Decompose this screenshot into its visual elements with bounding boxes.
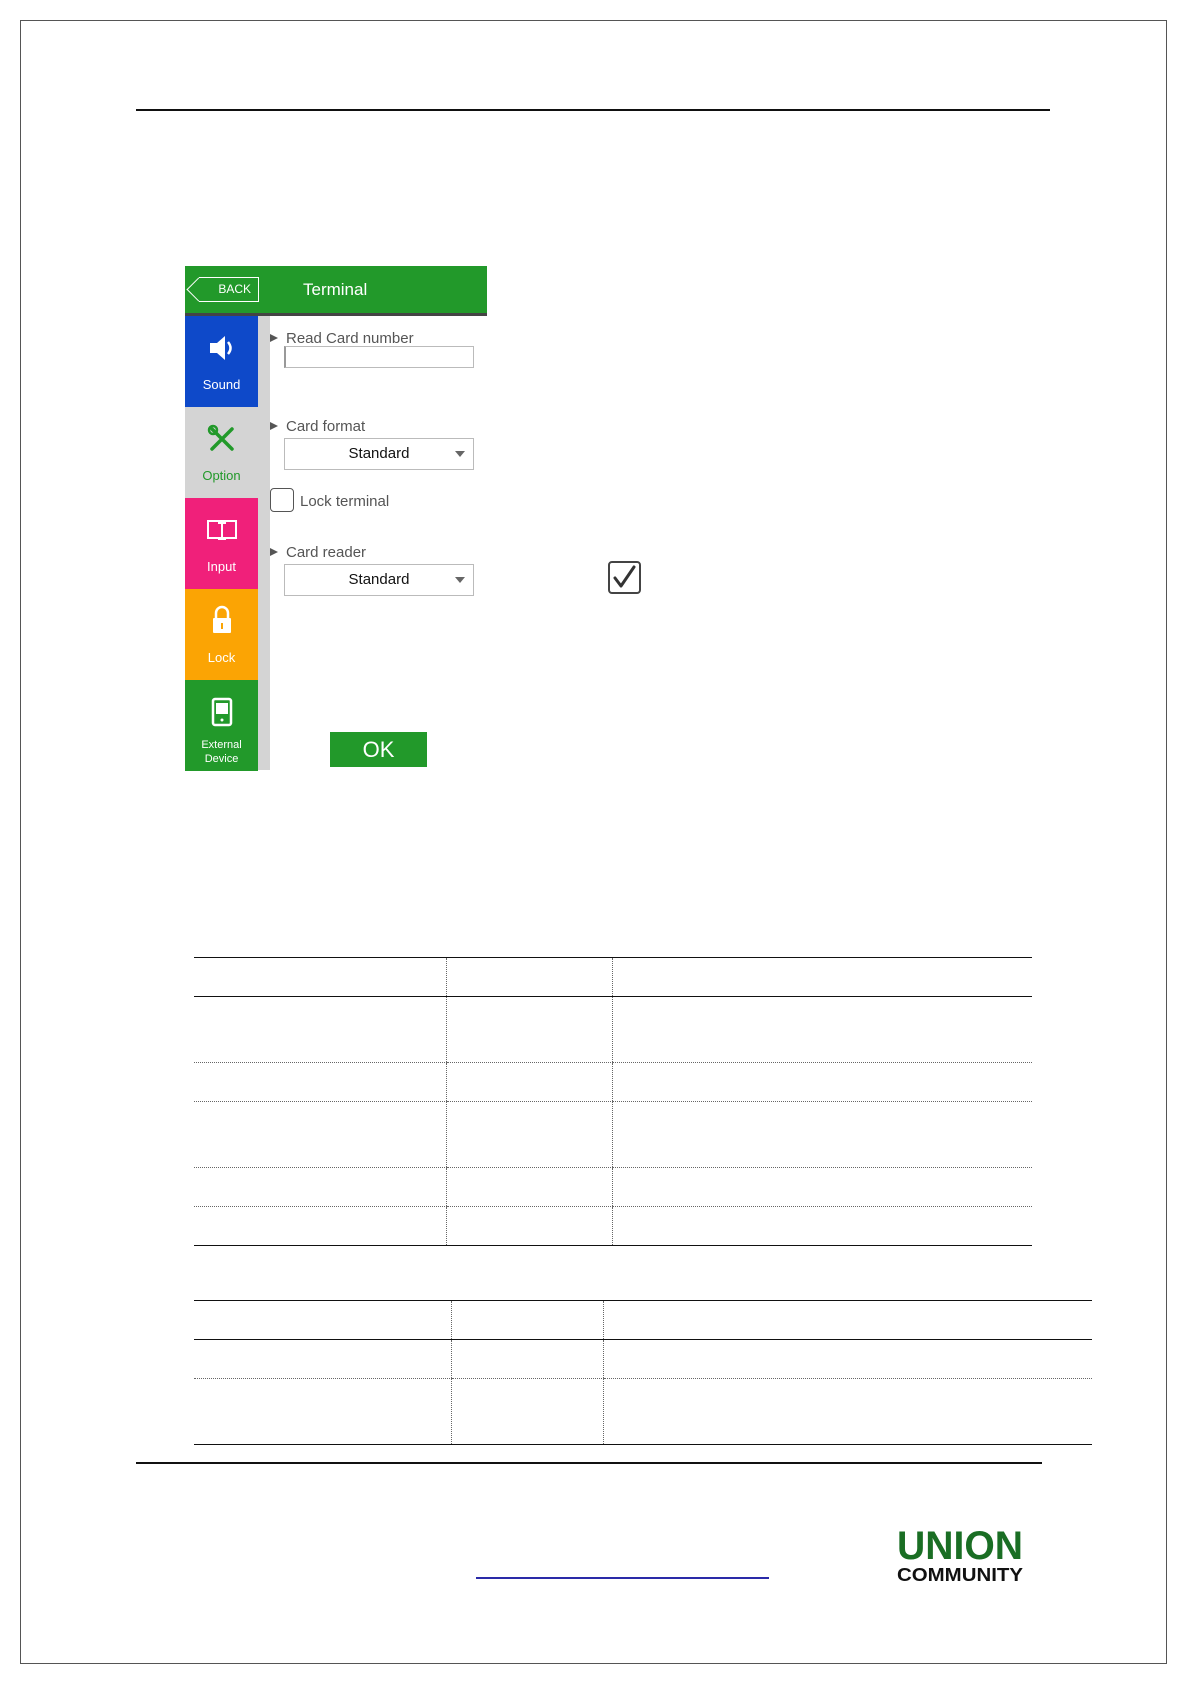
device-header: BACK Terminal: [185, 266, 487, 316]
table-row: [194, 1378, 1092, 1445]
read-card-label: Read Card number: [270, 330, 414, 347]
table-1: [194, 957, 1032, 1246]
sidebar-item-input[interactable]: Input: [185, 498, 258, 589]
svg-text:COMMUNITY: COMMUNITY: [897, 1565, 1023, 1583]
dropdown-arrow-icon: [455, 451, 465, 457]
sidebar-item-option[interactable]: Option: [185, 407, 258, 498]
device-sidebar: Sound Option Input Lock External Device: [185, 316, 258, 771]
card-format-label: Card format: [270, 418, 365, 435]
sidebar-item-sound[interactable]: Sound: [185, 316, 258, 407]
terminal-settings-screenshot: BACK Terminal Sound Option Input Lock Ex…: [185, 266, 487, 771]
lock-terminal-checkbox[interactable]: [270, 488, 294, 512]
card-reader-label: Card reader: [270, 544, 366, 561]
device-title: Terminal: [303, 280, 368, 299]
sidebar-label: Lock: [207, 650, 236, 665]
text-input-icon: [185, 512, 258, 548]
union-community-logo: UNION COMMUNITY: [896, 1523, 1024, 1585]
checkmark-icon: [608, 561, 641, 594]
footer-link-underline[interactable]: [476, 1577, 769, 1579]
table-row: [194, 1339, 1092, 1379]
speaker-icon: [185, 330, 258, 366]
triangle-bullet-icon: [270, 422, 278, 430]
card-format-select[interactable]: Standard: [284, 438, 474, 470]
triangle-bullet-icon: [270, 548, 278, 556]
settings-panel: Read Card number Card format Standard Lo…: [270, 316, 487, 770]
lock-terminal-label: Lock terminal: [300, 493, 390, 510]
table-row: [194, 1062, 1032, 1102]
card-format-value: Standard: [348, 445, 410, 462]
table-row: [194, 1300, 1092, 1340]
ok-button[interactable]: OK: [330, 732, 427, 767]
sidebar-label: Option: [202, 468, 241, 483]
dropdown-arrow-icon: [455, 577, 465, 583]
sidebar-label: Sound: [202, 377, 241, 392]
terminal-device-icon: [185, 694, 258, 730]
sidebar-label: External Device: [201, 739, 242, 765]
wrench-icon: [185, 421, 258, 457]
footer-rule: [136, 1462, 1042, 1464]
sidebar-divider: [258, 316, 270, 770]
table-row: [194, 1167, 1032, 1207]
sidebar-label: Input: [207, 559, 236, 574]
card-reader-select[interactable]: Standard: [284, 564, 474, 596]
table-row: [194, 957, 1032, 997]
svg-text:UNION: UNION: [897, 1524, 1023, 1568]
read-card-number-input[interactable]: [284, 346, 474, 368]
table-row: [194, 1206, 1032, 1246]
header-rule: [136, 109, 1050, 111]
sidebar-item-external-device[interactable]: External Device: [185, 680, 258, 771]
table-row: [194, 996, 1032, 1063]
table-2: [194, 1300, 1092, 1445]
back-button[interactable]: BACK: [199, 277, 259, 302]
table-row: [194, 1101, 1032, 1168]
padlock-icon: [185, 603, 258, 639]
card-reader-value: Standard: [348, 571, 410, 588]
sidebar-item-lock[interactable]: Lock: [185, 589, 258, 680]
triangle-bullet-icon: [270, 334, 278, 342]
